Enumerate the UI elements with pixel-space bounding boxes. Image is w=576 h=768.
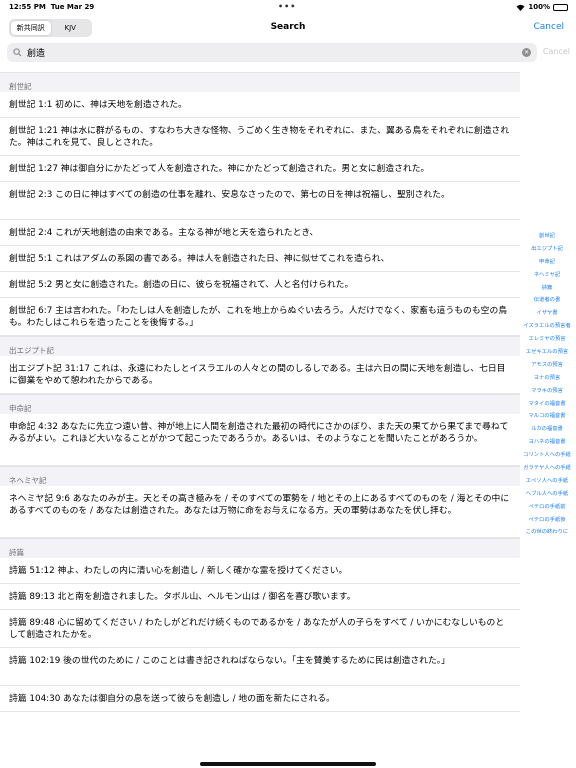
index-item[interactable]: マルコの福音書	[518, 410, 576, 423]
status-right: 100%	[516, 3, 568, 11]
section-header: 申命記	[0, 394, 520, 414]
index-item[interactable]: ルカの福音書	[518, 423, 576, 436]
index-item[interactable]: 申命記	[518, 256, 576, 269]
home-indicator	[200, 762, 376, 766]
nav-cancel-button[interactable]: Cancel	[534, 22, 565, 32]
index-item[interactable]: ペテロの手紙後	[518, 514, 576, 527]
index-item[interactable]: エレミヤの預言	[518, 333, 576, 346]
index-item[interactable]: ペテロの手紙前	[518, 501, 576, 514]
index-item[interactable]: ヘブル人への手紙	[518, 488, 576, 501]
section-header: 創世記	[0, 72, 520, 92]
index-item[interactable]: イスラエルの預言者	[518, 320, 576, 333]
verse-row[interactable]: 詩篇 51:12 神よ、わたしの内に清い心を創造し / 新しく確かな霊を授けてく…	[0, 558, 520, 584]
index-item[interactable]: 伝道者の書	[518, 294, 576, 307]
results-list: 創世記 創世記 1:1 初めに、神は天地を創造された。 創世記 1:21 神は水に群…	[0, 72, 520, 712]
verse-row[interactable]: 詩篇 102:19 後の世代のために / このことは書き記されねばならない。「主…	[0, 648, 520, 686]
verse-row[interactable]: 創世記 2:3 この日に神はすべての創造の仕事を離れ、安息なさったので、第七の日…	[0, 182, 520, 220]
index-item[interactable]: マタイの福音書	[518, 398, 576, 411]
index-item[interactable]: ヨハネの福音書	[518, 436, 576, 449]
verse-row[interactable]: 詩篇 89:48 心に留めてください / わたしがどれだけ続くものであるかを /…	[0, 610, 520, 648]
section-header: 詩篇	[0, 538, 520, 558]
index-item[interactable]: イザヤ書	[518, 307, 576, 320]
section-header: 出エジプト記	[0, 336, 520, 356]
search-input[interactable]	[27, 45, 507, 60]
verse-row[interactable]: 創世記 1:21 神は水に群がるもの、すなわち大きな怪物、うごめく生き物をそれぞ…	[0, 118, 520, 156]
battery-icon	[553, 3, 568, 11]
clear-icon[interactable]: ✕	[522, 48, 531, 57]
index-item[interactable]: 出エジプト記	[518, 243, 576, 256]
verse-row[interactable]: 創世記 5:1 これはアダムの系図の書である。神は人を創造された日、神に似せてこ…	[0, 246, 520, 272]
verse-row[interactable]: 創世記 1:1 初めに、神は天地を創造された。	[0, 92, 520, 118]
index-item[interactable]: ヨナの預言	[518, 372, 576, 385]
status-bar: 12:55 PM Tue Mar 29 ••• 100%	[0, 0, 576, 14]
verse-row[interactable]: 創世記 6:7 主は言われた。「わたしは人を創造したが、これを地上からぬぐい去ろ…	[0, 298, 520, 336]
multitasking-dots[interactable]: •••	[278, 2, 296, 11]
verse-row[interactable]: 創世記 5:2 男と女に創造された。創造の日に、彼らを祝福されて、人と名付けられ…	[0, 272, 520, 298]
search-row: ✕ Cancel	[0, 42, 576, 64]
page-title: Search	[270, 22, 306, 32]
index-item[interactable]: この世の終わりに	[518, 526, 576, 539]
index-item[interactable]: マラキの預言	[518, 385, 576, 398]
verse-row[interactable]: 詩篇 104:30 あなたは御自分の息を送って彼らを創造し / 地の面を新たにさ…	[0, 686, 520, 712]
verse-row[interactable]: 出エジプト記 31:17 これは、永遠にわたしとイスラエルの人々との間のしるしで…	[0, 356, 520, 394]
verse-row[interactable]: 申命記 4:32 あなたに先立つ遠い昔、神が地上に人間を創造された最初の時代にさ…	[0, 414, 520, 466]
index-item[interactable]: エゼキエルの預言	[518, 346, 576, 359]
battery-percent: 100%	[528, 3, 550, 11]
index-item[interactable]: ガラテヤ人への手紙	[518, 462, 576, 475]
section-index[interactable]: 創世記 出エジプト記 申命記 ネヘミヤ記 詩篇 伝道者の書 イザヤ書 イスラエルの預言者 エレミ…	[518, 230, 576, 539]
search-cancel-button[interactable]: Cancel	[543, 47, 570, 56]
status-time: 12:55 PM Tue Mar 29	[9, 3, 95, 11]
wifi-icon	[516, 4, 525, 11]
index-item[interactable]: コリント人への手紙	[518, 449, 576, 462]
index-item[interactable]: ネヘミヤ記	[518, 269, 576, 282]
verse-row[interactable]: ネヘミヤ記 9:6 あなたのみが主。天とその高き極みを / そのすべての軍勢を …	[0, 486, 520, 538]
verse-row[interactable]: 詩篇 89:13 北と南を創造されました。タボル山、ヘルモン山は / 御名を喜び…	[0, 584, 520, 610]
search-box[interactable]: ✕	[7, 43, 537, 62]
verse-row[interactable]: 創世記 2:4 これが天地創造の由来である。主なる神が地と天を造られたとき、	[0, 220, 520, 246]
nav-bar: 新共同訳 KJV Search Cancel	[0, 14, 576, 42]
index-item[interactable]: 創世記	[518, 230, 576, 243]
index-item[interactable]: エペソ人への手紙	[518, 475, 576, 488]
verse-row[interactable]: 創世記 1:27 神は御自分にかたどって人を創造された。神にかたどって創造された…	[0, 156, 520, 182]
index-item[interactable]: アモスの預言	[518, 359, 576, 372]
search-icon	[13, 48, 22, 57]
index-item[interactable]: 詩篇	[518, 282, 576, 295]
section-header: ネヘミヤ記	[0, 466, 520, 486]
